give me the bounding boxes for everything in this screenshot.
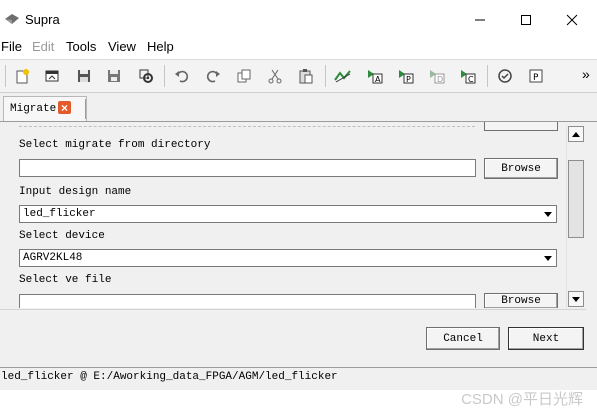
menu-tools[interactable]: Tools <box>66 39 96 54</box>
svg-text:D: D <box>437 75 443 84</box>
close-tab-icon: × <box>60 100 68 115</box>
copy-icon[interactable] <box>234 66 254 86</box>
cancel-button[interactable]: Cancel <box>426 327 500 350</box>
tab-close-button[interactable]: × <box>58 101 71 114</box>
device-select[interactable]: AGRV2KL48 <box>19 249 557 267</box>
form-bottom-divider <box>0 309 586 310</box>
menu-file[interactable]: File <box>1 39 22 54</box>
save-as-icon[interactable] <box>104 66 124 86</box>
check-icon[interactable] <box>495 66 515 86</box>
clipped-button-top <box>484 122 558 131</box>
arrow-up-icon <box>572 131 580 137</box>
svg-text:C: C <box>468 75 474 84</box>
new-project-icon[interactable] <box>12 66 32 86</box>
scroll-thumb[interactable] <box>568 160 584 238</box>
menu-edit[interactable]: Edit <box>32 39 54 54</box>
close-window-button[interactable] <box>549 8 595 32</box>
browse-directory-button[interactable]: Browse <box>484 158 558 179</box>
maximize-icon <box>521 15 531 25</box>
minimize-icon <box>475 19 485 21</box>
dropdown-arrow-icon[interactable] <box>540 206 556 222</box>
close-icon <box>566 14 578 26</box>
menu-view[interactable]: View <box>108 39 136 54</box>
ve-file-input[interactable] <box>19 294 476 308</box>
browse-ve-button[interactable]: Browse <box>484 293 558 308</box>
window-title: Supra <box>25 12 60 27</box>
svg-text:P: P <box>533 73 539 83</box>
tab-migrate-label: Migrate <box>10 103 57 115</box>
toolbar-separator <box>325 65 326 87</box>
status-text: led_flicker @ E:/Aworking_data_FPGA/AGM/… <box>1 371 338 383</box>
arrow-down-icon <box>572 296 580 302</box>
watermark: CSDN @平日光辉 <box>461 391 583 408</box>
paste-icon[interactable] <box>296 66 316 86</box>
redo-icon[interactable] <box>203 66 223 86</box>
run-c-icon[interactable]: C <box>458 66 478 86</box>
settings-icon[interactable] <box>136 66 156 86</box>
program-icon[interactable]: P <box>526 66 546 86</box>
device-value: AGRV2KL48 <box>23 252 83 264</box>
scroll-up-button[interactable] <box>568 126 584 142</box>
run-a-icon[interactable]: A <box>365 66 385 86</box>
migrate-directory-input[interactable] <box>19 159 476 177</box>
toolbar-grip <box>5 65 6 87</box>
open-icon[interactable] <box>42 66 62 86</box>
maximize-button[interactable] <box>503 8 549 32</box>
next-button[interactable]: Next <box>508 327 584 350</box>
toolbar-separator <box>164 65 165 87</box>
cut-icon[interactable] <box>265 66 285 86</box>
analyze-icon[interactable] <box>333 66 353 86</box>
run-d-icon[interactable]: D <box>427 66 447 86</box>
svg-text:P: P <box>406 75 411 84</box>
tab-strip <box>0 93 597 121</box>
toolbar: A P D C P » <box>0 59 597 93</box>
clipped-field-top <box>19 122 475 127</box>
toolbar-overflow-button[interactable]: » <box>582 66 590 82</box>
run-p-icon[interactable]: P <box>396 66 416 86</box>
design-name-value: led_flicker <box>23 208 96 220</box>
scroll-down-button[interactable] <box>568 291 584 307</box>
svg-text:A: A <box>375 75 381 84</box>
save-icon[interactable] <box>74 66 94 86</box>
migrate-directory-label: Select migrate from directory <box>19 139 211 151</box>
design-name-combo[interactable]: led_flicker <box>19 205 557 223</box>
menu-help[interactable]: Help <box>147 39 174 54</box>
undo-icon[interactable] <box>172 66 192 86</box>
tab-divider <box>85 99 86 119</box>
dropdown-arrow-icon[interactable] <box>540 250 556 266</box>
device-label: Select device <box>19 230 105 242</box>
design-name-label: Input design name <box>19 186 132 198</box>
ve-file-label: Select ve file <box>19 274 112 286</box>
minimize-button[interactable] <box>457 8 503 32</box>
toolbar-separator <box>487 65 488 87</box>
supra-logo-icon <box>5 14 19 24</box>
